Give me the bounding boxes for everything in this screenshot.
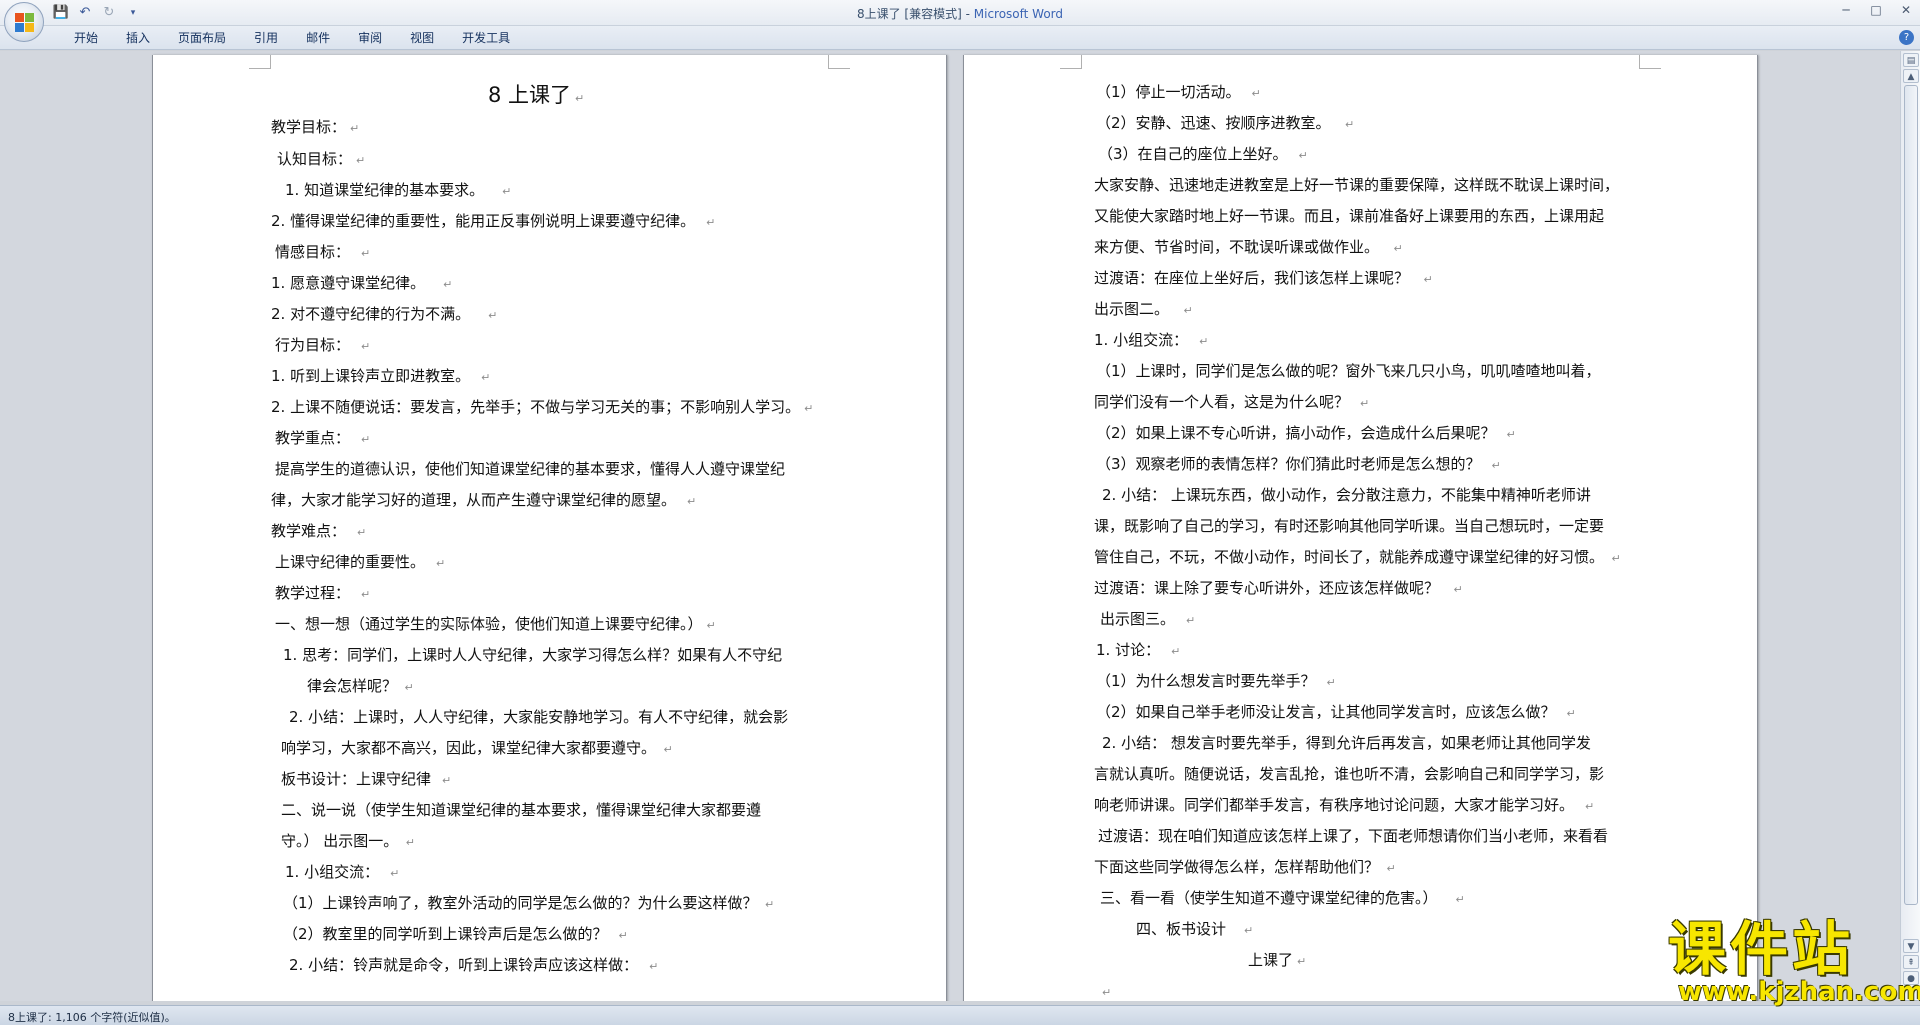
doc-line: 1. 思考：同学们，上课时人人守纪律，大家学习得怎么样？如果有人不守纪 [283,646,783,664]
doc-line: 响学习，大家都不高兴，因此，课堂纪律大家都要遵守。 ↵ [281,739,673,757]
doc-line: 守。） 出示图一。 ↵ [281,832,415,850]
tab-developer[interactable]: 开发工具 [448,30,524,46]
ruler-toggle-icon[interactable]: ▤ [1903,53,1919,67]
tab-page-layout[interactable]: 页面布局 [164,30,240,46]
doc-line: 出示图二。 ↵ [1094,300,1193,318]
ribbon-tabs: 开始 插入 页面布局 引用 邮件 审阅 视图 开发工具 ? [0,26,1920,50]
doc-line: 1. 小组交流： ↵ [1094,331,1209,349]
doc-line: 1. 愿意遵守课堂纪律。 ↵ [271,274,453,292]
tab-insert[interactable]: 插入 [112,30,164,46]
page-right[interactable]: （1）停止一切活动。 ↵ （2）安静、迅速、按顺序进教室。 ↵ （3）在自己的座… [963,55,1758,1001]
doc-line: （3）在自己的座位上坐好。 ↵ [1098,145,1308,163]
doc-line: 律，大家才能学习好的道理，从而产生遵守课堂纪律的愿望。 ↵ [271,491,697,509]
tab-references[interactable]: 引用 [240,30,292,46]
doc-line: （2）如果自己举手老师没让发言，让其他同学发言时，应该怎么做？ ↵ [1096,703,1576,721]
doc-line: 过渡语：现在咱们知道应该怎样上课了，下面老师想请你们当小老师，来看看 [1098,827,1609,845]
scroll-down-icon[interactable]: ▼ [1903,939,1919,953]
doc-line: 二、说一说（使学生知道课堂纪律的基本要求，懂得课堂纪律大家都要遵 [281,801,762,819]
doc-line: 出示图三。 ↵ [1100,610,1196,628]
margin-corner [249,55,271,69]
maximize-button[interactable]: □ [1868,3,1884,17]
doc-line: （1）上课时，同学们是怎么做的呢？窗外飞来几只小鸟，叽叽喳喳地叫着， [1096,362,1601,380]
doc-line: 2. 小结：铃声就是命令，听到上课铃声应该这样做： ↵ [289,956,659,974]
document-title: 8上课了 [兼容模式] - [856,7,974,21]
doc-line: 又能使大家踏时地上好一节课。而且，课前准备好上课要用的东西，上课用起 [1094,207,1605,225]
doc-line: 上课了 ↵ [1248,951,1307,969]
doc-line: 1. 讨论： ↵ [1096,641,1181,659]
help-icon[interactable]: ? [1899,30,1914,45]
scroll-thumb[interactable] [1904,85,1918,905]
margin-corner [828,55,850,69]
word-count-status[interactable]: 8上课了: 1,106 个字符(近似值)。 [8,1009,176,1025]
doc-line: 行为目标： ↵ [275,336,371,354]
doc-line: 下面这些同学做得怎么样，怎样帮助他们？ ↵ [1094,858,1396,876]
doc-line: （3）观察老师的表情怎样？你们猜此时老师是怎么想的？ ↵ [1096,455,1501,473]
doc-line: 过渡语：课上除了要专心听讲外，还应该怎样做呢？ ↵ [1094,579,1463,597]
doc-line: 一、想一想（通过学生的实际体验，使他们知道上课要守纪律。） ↵ [275,615,716,633]
tab-list: 开始 插入 页面布局 引用 邮件 审阅 视图 开发工具 [60,30,524,46]
doc-line: 响老师讲课。同学们都举手发言，有秩序地讨论问题，大家才能学习好。 ↵ [1094,796,1595,814]
window-title: 8上课了 [兼容模式] - Microsoft Word [0,5,1920,22]
doc-line: 言就认真听。随便说话，发言乱抢，谁也听不清，会影响自己和同学学习，影 [1094,765,1605,783]
window-controls: ─ □ ✕ [1838,3,1914,17]
doc-line: （1）停止一切活动。 ↵ [1096,83,1261,101]
tab-review[interactable]: 审阅 [344,30,396,46]
doc-line: 同学们没有一个人看，这是为什么呢？ ↵ [1094,393,1370,411]
doc-line: 2. 小结：上课时，人人守纪律，大家能安静地学习。有人不守纪律，就会影 [289,708,789,726]
doc-line: 2. 对不遵守纪律的行为不满。 ↵ [271,305,498,323]
doc-line: 1. 小组交流： ↵ [285,863,400,881]
close-button[interactable]: ✕ [1898,3,1914,17]
doc-line: 四、板书设计 ↵ [1136,920,1254,938]
doc-line: （2）安静、迅速、按顺序进教室。 ↵ [1096,114,1355,132]
doc-line: 提高学生的道德认识，使他们知道课堂纪律的基本要求，懂得人人遵守课堂纪 [275,460,786,478]
doc-line: 板书设计：上课守纪律 ↵ [281,770,452,788]
doc-line: 教学重点： ↵ [275,429,371,447]
office-button[interactable] [4,2,44,42]
tab-home[interactable]: 开始 [60,30,112,46]
watermark-url: www.kjzhan.com [1678,977,1920,1007]
doc-line: 教学过程： ↵ [275,584,371,602]
doc-line: 课，既影响了自己的学习，有时还影响其他同学听课。当自己想玩时，一定要 [1094,517,1605,535]
doc-line: 教学目标： ↵ [271,118,360,136]
title-bar: 💾 ↶ ↻ ▾ 8上课了 [兼容模式] - Microsoft Word ─ □… [0,0,1920,26]
doc-line: 认知目标： ↵ [277,150,366,168]
doc-line: 2. 小结： 想发言时要先举手，得到允许后再发言，如果老师让其他同学发 [1102,734,1591,752]
tab-mailings[interactable]: 邮件 [292,30,344,46]
doc-line: 2. 小结： 上课玩东西，做小动作，会分散注意力，不能集中精神听老师讲 [1102,486,1591,504]
doc-line: （1）上课铃声响了，教室外活动的同学是怎么做的？为什么要这样做？ ↵ [283,894,775,912]
doc-line: 1. 知道课堂纪律的基本要求。 ↵ [285,181,512,199]
doc-title: 8 上课了 ↵ [488,83,585,107]
office-logo-icon [15,13,35,33]
doc-line: 1. 听到上课铃声立即进教室。 ↵ [271,367,491,385]
doc-line: （2）教室里的同学听到上课铃声后是怎么做的？ ↵ [283,925,628,943]
doc-line: 教学难点： ↵ [271,522,367,540]
doc-line: 2. 懂得课堂纪律的重要性，能用正反事例说明上课要遵守纪律。 ↵ [271,212,716,230]
margin-corner [1639,55,1661,69]
doc-line: 三、看一看（使学生知道不遵守课堂纪律的危害。） ↵ [1100,889,1465,907]
minimize-button[interactable]: ─ [1838,3,1854,17]
page-left[interactable]: 8 上课了 ↵ 教学目标： ↵ 认知目标： ↵ 1. 知道课堂纪律的基本要求。 ↵ 2… [152,55,947,1001]
document-area: 8 上课了 ↵ 教学目标： ↵ 认知目标： ↵ 1. 知道课堂纪律的基本要求。 ↵ 2… [0,51,1900,1001]
scroll-up-icon[interactable]: ▲ [1903,69,1919,83]
watermark-logo: 课件站 [1668,915,1855,983]
margin-corner [1060,55,1082,69]
vertical-scrollbar[interactable]: ▤ ▲ ▼ ⇞ ● ⇟ [1900,51,1920,1001]
doc-line: （2）如果上课不专心听讲，搞小动作，会造成什么后果呢？ ↵ [1096,424,1516,442]
doc-line: 管住自己，不玩，不做小动作，时间长了，就能养成遵守课堂纪律的好习惯。 ↵ [1094,548,1621,566]
doc-line: 过渡语：在座位上坐好后，我们该怎样上课呢？ ↵ [1094,269,1433,287]
doc-line: 上课守纪律的重要性。 ↵ [275,553,446,571]
doc-line: 大家安静、迅速地走进教室是上好一节课的重要保障，这样既不耽误上课时间， [1094,176,1620,194]
previous-page-icon[interactable]: ⇞ [1903,955,1919,969]
tab-view[interactable]: 视图 [396,30,448,46]
doc-line: 律会怎样呢？ ↵ [307,677,414,695]
doc-line: ↵ [1102,986,1112,999]
doc-line: （1）为什么想发言时要先举手？ ↵ [1096,672,1336,690]
app-name: Microsoft Word [973,7,1064,21]
doc-line: 来方便、节省时间，不耽误听课或做作业。 ↵ [1094,238,1403,256]
doc-line: 情感目标： ↵ [275,243,371,261]
doc-line: 2. 上课不随便说话：要发言，先举手；不做与学习无关的事；不影响别人学习。 ↵ [271,398,814,416]
status-bar: 8上课了: 1,106 个字符(近似值)。 [0,1005,1920,1025]
